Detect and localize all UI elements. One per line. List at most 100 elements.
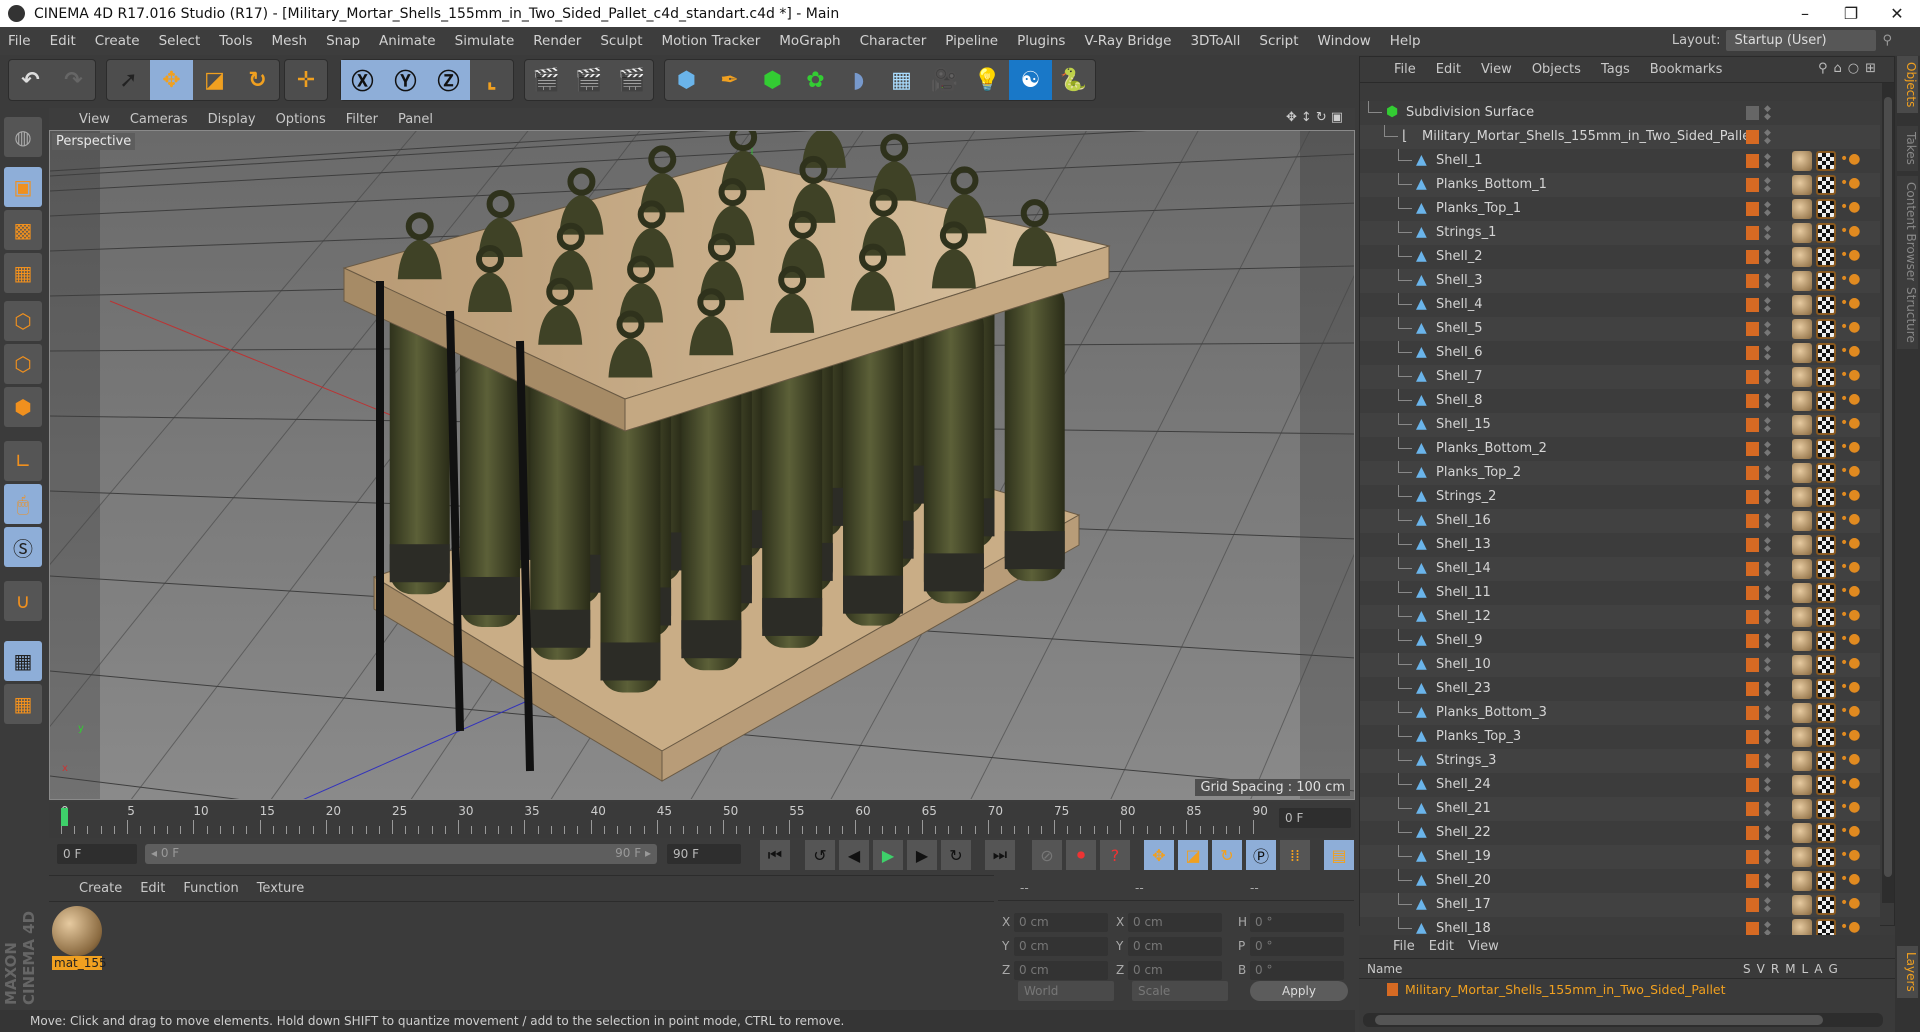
menu-pipeline[interactable]: Pipeline <box>945 33 998 49</box>
menu-tools[interactable]: Tools <box>219 33 252 49</box>
x-axis-icon[interactable]: Ⓧ <box>341 60 384 100</box>
object-row[interactable]: ▲ Shell_23 ◆ ◆ •● <box>1360 677 1880 701</box>
vray-icon[interactable]: ☯ <box>1009 60 1052 100</box>
menu-v-ray-bridge[interactable]: V-Ray Bridge <box>1084 33 1171 49</box>
object-manager-tools-icons[interactable]: ⚲⌂○⊞ <box>1818 61 1882 76</box>
visibility-dots-icon[interactable]: ◆ ◆ <box>1764 585 1771 602</box>
objects-menu-edit[interactable]: Edit <box>1436 62 1461 77</box>
render-view-icon[interactable]: 🎬 <box>525 60 568 100</box>
visibility-dots-icon[interactable]: ◆ ◆ <box>1764 801 1771 818</box>
layer-color-swatch[interactable] <box>1746 250 1759 264</box>
uvw-tag-icon[interactable] <box>1816 775 1836 795</box>
layer-color-swatch[interactable] <box>1746 562 1759 576</box>
material-tag-icon[interactable] <box>1792 247 1812 267</box>
redo-icon[interactable]: ↷ <box>52 60 95 100</box>
key-pla-icon[interactable]: ⁞⁞ <box>1280 840 1310 870</box>
layer-col-s[interactable]: S <box>1743 962 1751 976</box>
go-to-end-icon[interactable]: ⏭ <box>985 840 1015 870</box>
cube-icon[interactable]: ⬢ <box>665 60 708 100</box>
prev-frame-icon[interactable]: ◀ <box>839 840 869 870</box>
visibility-dots-icon[interactable]: ◆ ◆ <box>1764 777 1771 794</box>
vertex-map-tag-icon[interactable]: •● <box>1840 367 1860 387</box>
pen-spline-icon[interactable]: ✒ <box>708 60 751 100</box>
uvw-tag-icon[interactable] <box>1816 631 1836 651</box>
material-tag-icon[interactable] <box>1792 175 1812 195</box>
play-icon[interactable]: ▶ <box>873 840 903 870</box>
material-menu-create[interactable]: Create <box>79 881 122 896</box>
menu-character[interactable]: Character <box>860 33 927 49</box>
solo-icon[interactable]: Ⓢ <box>4 527 42 567</box>
material-tag-icon[interactable] <box>1792 775 1812 795</box>
layers-menu-edit[interactable]: Edit <box>1429 939 1454 954</box>
layer-color-swatch[interactable] <box>1746 202 1759 216</box>
vertex-map-tag-icon[interactable]: •● <box>1840 415 1860 435</box>
object-row[interactable]: ▲ Shell_10 ◆ ◆ •● <box>1360 653 1880 677</box>
objects-menu-view[interactable]: View <box>1481 62 1512 77</box>
material-tag-icon[interactable] <box>1792 823 1812 843</box>
object-row[interactable]: ⌊ Military_Mortar_Shells_155mm_in_Two_Sid… <box>1360 125 1880 149</box>
subdivision-icon[interactable]: ⬢ <box>751 60 794 100</box>
layer-col-m[interactable]: M <box>1785 962 1795 976</box>
object-row[interactable]: ▲ Strings_3 ◆ ◆ •● <box>1360 749 1880 773</box>
coordinate-mode-dropdown[interactable]: World <box>1018 981 1114 1001</box>
vertex-map-tag-icon[interactable]: •● <box>1840 463 1860 483</box>
tweak-mode-icon[interactable]: 🖱 <box>4 484 42 524</box>
viewport-menu-view[interactable]: View <box>79 112 110 127</box>
vertex-map-tag-icon[interactable]: •● <box>1840 559 1860 579</box>
visibility-dots-icon[interactable]: ◆ ◆ <box>1764 465 1771 482</box>
uvw-tag-icon[interactable] <box>1816 271 1836 291</box>
vertex-map-tag-icon[interactable]: •● <box>1840 391 1860 411</box>
uvw-tag-icon[interactable] <box>1816 391 1836 411</box>
texture-mode-icon[interactable]: ▩ <box>4 210 42 250</box>
keyframe-selection-icon[interactable]: ? <box>1100 840 1130 870</box>
key-scale-icon[interactable]: ◪ <box>1178 840 1208 870</box>
material-tag-icon[interactable] <box>1792 199 1812 219</box>
vertex-map-tag-icon[interactable]: •● <box>1840 151 1860 171</box>
y-axis-icon[interactable]: Ⓨ <box>384 60 427 100</box>
menu-file[interactable]: File <box>8 33 31 49</box>
layer-color-swatch[interactable] <box>1746 106 1759 120</box>
uvw-tag-icon[interactable] <box>1816 415 1836 435</box>
object-row[interactable]: ▲ Shell_19 ◆ ◆ •● <box>1360 845 1880 869</box>
layer-col-v[interactable]: V <box>1757 962 1765 976</box>
material-tag-icon[interactable] <box>1792 367 1812 387</box>
vertex-map-tag-icon[interactable]: •● <box>1840 223 1860 243</box>
vertex-map-tag-icon[interactable]: •● <box>1840 319 1860 339</box>
coord-b-field[interactable]: 0 cm <box>1128 961 1222 980</box>
move-tool-icon[interactable]: ✥ <box>150 60 193 100</box>
coord-a-field[interactable]: 0 cm <box>1014 961 1108 980</box>
layer-col-r[interactable]: R <box>1771 962 1779 976</box>
material-tag-icon[interactable] <box>1792 871 1812 891</box>
visibility-dots-icon[interactable]: ◆ ◆ <box>1764 369 1771 386</box>
menu-sculpt[interactable]: Sculpt <box>600 33 642 49</box>
visibility-dots-icon[interactable]: ◆ ◆ <box>1764 705 1771 722</box>
layer-color-swatch[interactable] <box>1746 442 1759 456</box>
vertex-map-tag-icon[interactable]: •● <box>1840 487 1860 507</box>
visibility-dots-icon[interactable]: ◆ ◆ <box>1764 105 1771 122</box>
select-tool-icon[interactable]: ➚ <box>107 60 150 100</box>
visibility-dots-icon[interactable]: ◆ ◆ <box>1764 561 1771 578</box>
workplane-lock-icon[interactable]: ▦ <box>4 641 42 681</box>
layer-color-swatch[interactable] <box>1746 514 1759 528</box>
uvw-tag-icon[interactable] <box>1816 655 1836 675</box>
uvw-tag-icon[interactable] <box>1816 175 1836 195</box>
menu-3dtoall[interactable]: 3DToAll <box>1190 33 1240 49</box>
workplane-rotate-icon[interactable]: ▦ <box>4 684 42 724</box>
object-row[interactable]: ▲ Planks_Top_2 ◆ ◆ •● <box>1360 461 1880 485</box>
uvw-tag-icon[interactable] <box>1816 199 1836 219</box>
vertex-map-tag-icon[interactable]: •● <box>1840 535 1860 555</box>
viewport-menu-cameras[interactable]: Cameras <box>130 112 188 127</box>
visibility-dots-icon[interactable]: ◆ ◆ <box>1764 225 1771 242</box>
vertex-map-tag-icon[interactable]: •● <box>1840 343 1860 363</box>
object-row[interactable]: ▲ Shell_17 ◆ ◆ •● <box>1360 893 1880 917</box>
vertex-map-tag-icon[interactable]: •● <box>1840 775 1860 795</box>
visibility-dots-icon[interactable]: ◆ ◆ <box>1764 537 1771 554</box>
menu-simulate[interactable]: Simulate <box>455 33 515 49</box>
objects-menu-file[interactable]: File <box>1394 62 1416 77</box>
z-axis-icon[interactable]: Ⓩ <box>427 60 470 100</box>
object-row[interactable]: ▲ Planks_Top_3 ◆ ◆ •● <box>1360 725 1880 749</box>
material-tag-icon[interactable] <box>1792 319 1812 339</box>
object-row[interactable]: ⬢ Subdivision Surface ◆ ◆ <box>1360 101 1880 125</box>
key-position-icon[interactable]: ✥ <box>1144 840 1174 870</box>
layer-color-swatch[interactable] <box>1746 850 1759 864</box>
